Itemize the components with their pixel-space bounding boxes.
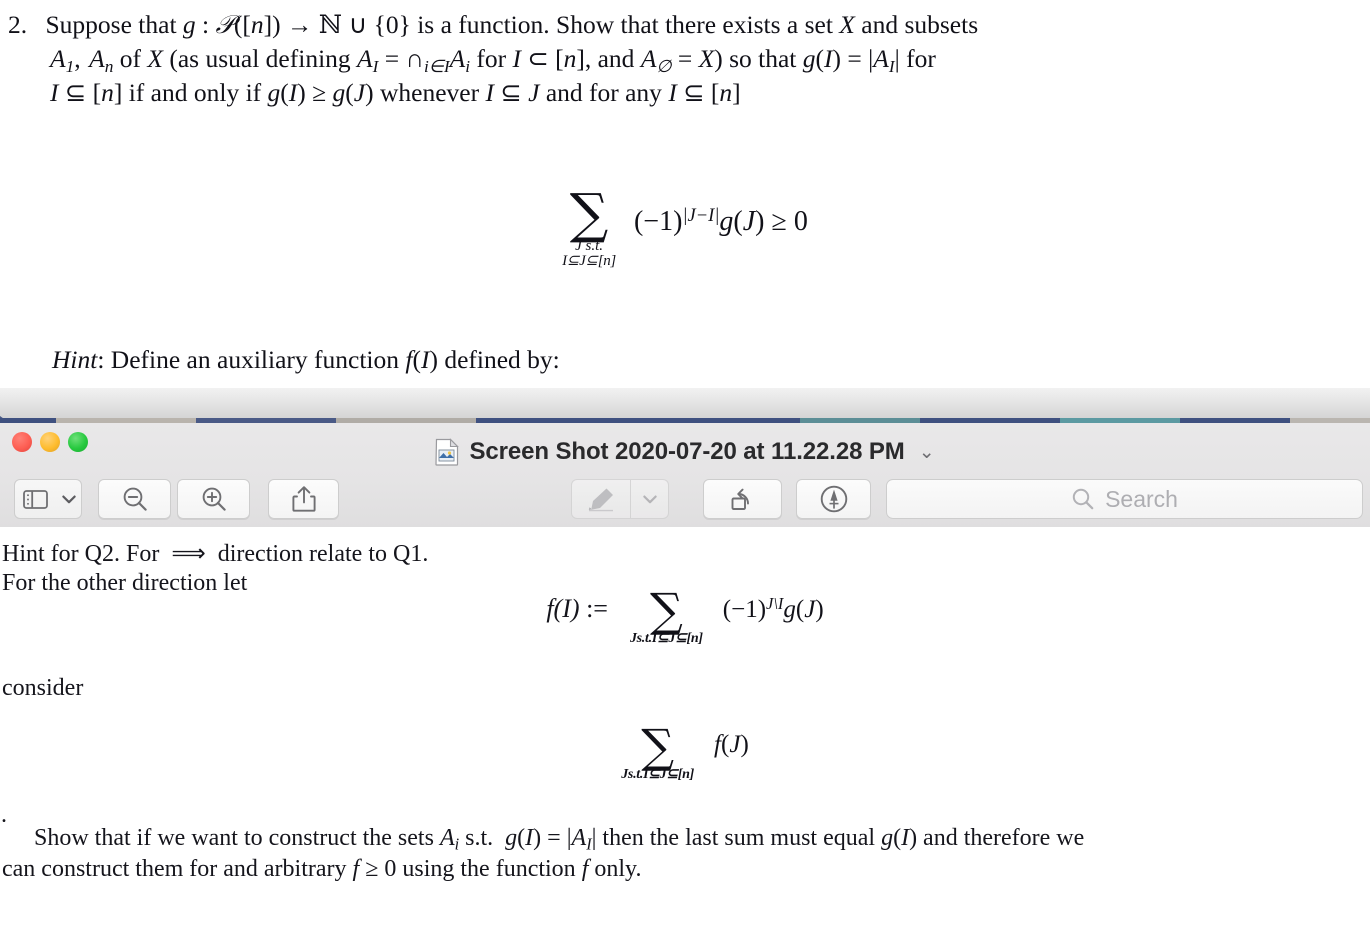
hint-q2-line: Hint for Q2. For ⟹ direction relate to Q… (2, 541, 429, 567)
upper-document-page: 2. Suppose that g : 𝒫([n]) → ℕ ∪ {0} is … (0, 0, 1370, 388)
display-equation-1: ∑ J s.t. I⊆J⊆[n] (−1)|J−I|g(J) ≥ 0 (0, 182, 1370, 269)
window-toolbar: Search (0, 472, 1370, 526)
problem-number: 2. (8, 10, 28, 39)
highlighter-pen-icon[interactable] (572, 480, 630, 518)
window-titlebar[interactable]: Screen Shot 2020-07-20 at 11.22.28 PM ⌄ (0, 423, 1370, 528)
search-placeholder: Search (1105, 485, 1178, 512)
lower-document-page: Hint for Q2. For ⟹ direction relate to Q… (0, 527, 1370, 946)
zoom-in-button[interactable] (177, 479, 250, 519)
zoom-out-icon (121, 485, 149, 513)
problem-line-1: 2. Suppose that g : 𝒫([n]) → ℕ ∪ {0} is … (8, 10, 979, 40)
window-title-row: Screen Shot 2020-07-20 at 11.22.28 PM ⌄ (0, 438, 1370, 473)
show-markup-toolbar-button[interactable] (796, 479, 871, 519)
closing-line-2: can construct them for and arbitrary f ≥… (2, 856, 642, 882)
display-equation-2: f(I) := ∑ Js.t.I⊆J⊆[n] (−1)J\Ig(J) (0, 583, 1370, 646)
summation-operator: ∑ Js.t.I⊆J⊆[n] (621, 719, 695, 782)
zoom-in-icon (200, 485, 228, 513)
window-title-text: Screen Shot 2020-07-20 at 11.22.28 PM (469, 438, 905, 465)
rotate-left-button[interactable] (703, 479, 782, 519)
display-equation-3: ∑ Js.t.I⊆J⊆[n] f(J) (0, 719, 1370, 782)
summation-limit-row-2: I⊆J⊆[n] (562, 253, 616, 269)
share-button[interactable] (268, 479, 339, 519)
summation-operator: ∑ Js.t.I⊆J⊆[n] (629, 583, 703, 646)
screenshot-root: 2. Suppose that g : 𝒫([n]) → ℕ ∪ {0} is … (0, 0, 1370, 946)
markup-nib-icon (819, 484, 849, 514)
markup-pen-chevron-down-icon[interactable] (631, 480, 668, 518)
hint-line: Hint: Define an auxiliary function f(I) … (52, 345, 560, 374)
preview-window: Screen Shot 2020-07-20 at 11.22.28 PM ⌄ (0, 388, 1370, 946)
consider-line: consider (2, 675, 84, 701)
sidebar-icon[interactable] (15, 480, 56, 518)
search-input[interactable]: Search (886, 479, 1363, 519)
problem-line-3: I ⊆ [n] if and only if g(I) ≥ g(J) whene… (50, 78, 741, 107)
summation-limits: Js.t.I⊆J⊆[n] (621, 767, 695, 782)
share-icon (291, 485, 316, 513)
desktop-backdrop (0, 388, 1370, 418)
markup-pen-button[interactable] (571, 479, 669, 519)
equation-3-body: f(J) (714, 730, 749, 758)
equation-2-lead: f(I) := (546, 593, 608, 623)
summation-limits: Js.t.I⊆J⊆[n] (629, 631, 703, 646)
sigma-glyph: ∑ (649, 583, 683, 637)
sidebar-chevron-down-icon[interactable] (56, 480, 81, 518)
hint-label: Hint (52, 345, 98, 374)
sidebar-view-button[interactable] (14, 479, 82, 519)
summation-operator: ∑ J s.t. I⊆J⊆[n] (562, 182, 616, 269)
search-icon (1071, 487, 1095, 511)
equation-1-body: (−1)|J−I|g(J) ≥ 0 (633, 205, 808, 237)
title-chevron-down-icon[interactable]: ⌄ (919, 441, 935, 464)
stray-period: . (1, 802, 7, 828)
closing-line-1: Show that if we want to construct the se… (34, 825, 1085, 854)
preview-content-area[interactable]: Hint for Q2. For ⟹ direction relate to Q… (0, 527, 1370, 946)
equation-2-body: (−1)J\Ig(J) (722, 593, 824, 623)
zoom-out-button[interactable] (98, 479, 171, 519)
rotate-left-icon (728, 485, 758, 513)
sigma-glyph: ∑ (569, 182, 609, 245)
document-icon (435, 438, 460, 466)
sigma-glyph: ∑ (641, 719, 675, 773)
